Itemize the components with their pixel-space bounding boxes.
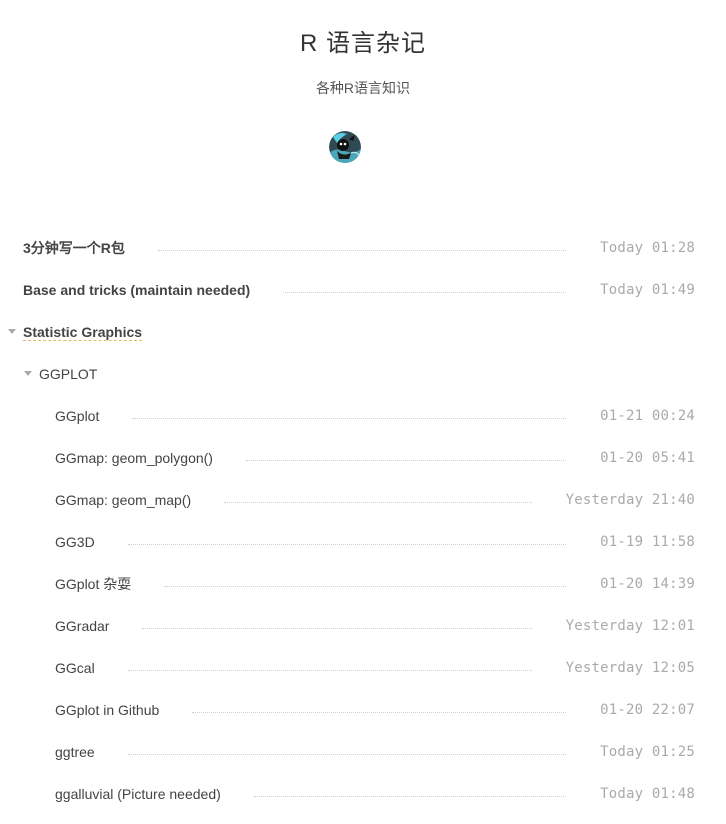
subcategory-ggplot[interactable]: GGPLOT bbox=[0, 353, 726, 395]
dotted-leader bbox=[283, 291, 567, 293]
post-item[interactable]: 3分钟写一个R包 Today 01:28 bbox=[0, 227, 726, 269]
post-item[interactable]: Base and tricks (maintain needed) Today … bbox=[0, 269, 726, 311]
avatar[interactable] bbox=[329, 131, 361, 163]
caret-down-icon[interactable] bbox=[24, 371, 32, 376]
post-title[interactable]: GGcal bbox=[55, 660, 95, 676]
post-item[interactable]: GGplot 01-21 00:24 bbox=[0, 395, 726, 437]
category-statistic-graphics[interactable]: Statistic Graphics bbox=[0, 311, 726, 353]
post-item[interactable]: GGplot 杂耍 01-20 14:39 bbox=[0, 563, 726, 605]
post-title[interactable]: GGradar bbox=[55, 618, 109, 634]
post-date: 01-21 00:24 bbox=[600, 408, 695, 424]
post-date: Yesterday 12:01 bbox=[565, 618, 695, 634]
post-title[interactable]: GGmap: geom_map() bbox=[55, 492, 191, 508]
post-title[interactable]: GGmap: geom_polygon() bbox=[55, 450, 213, 466]
caret-down-icon[interactable] bbox=[8, 329, 16, 334]
dotted-leader bbox=[245, 459, 567, 461]
post-date: 01-19 11:58 bbox=[600, 534, 695, 550]
post-date: 01-20 14:39 bbox=[600, 576, 695, 592]
page: R 语言杂记 各种R语言知识 3分钟写一个R包 Today 01:28 Base… bbox=[0, 0, 726, 824]
post-date: 01-20 05:41 bbox=[600, 450, 695, 466]
post-title[interactable]: 3分钟写一个R包 bbox=[23, 238, 125, 258]
post-item[interactable]: GGmap: geom_polygon() 01-20 05:41 bbox=[0, 437, 726, 479]
post-title[interactable]: GGplot bbox=[55, 408, 99, 424]
post-item[interactable]: GGmap: geom_map() Yesterday 21:40 bbox=[0, 479, 726, 521]
dotted-leader bbox=[253, 795, 567, 797]
post-title[interactable]: GGplot 杂耍 bbox=[55, 574, 131, 594]
avatar-image bbox=[329, 131, 361, 163]
post-date: Today 01:48 bbox=[600, 786, 695, 802]
post-item[interactable]: GGplot in Github 01-20 22:07 bbox=[0, 689, 726, 731]
post-date: Yesterday 12:05 bbox=[565, 660, 695, 676]
post-item[interactable]: ggtree Today 01:25 bbox=[0, 731, 726, 773]
post-title[interactable]: GG3D bbox=[55, 534, 95, 550]
site-subtitle: 各种R语言知识 bbox=[315, 80, 411, 96]
post-date: 01-20 22:07 bbox=[600, 702, 695, 718]
category-title[interactable]: Statistic Graphics bbox=[23, 324, 143, 341]
post-title[interactable]: Base and tricks (maintain needed) bbox=[23, 282, 250, 298]
post-date: Today 01:25 bbox=[600, 744, 695, 760]
dotted-leader bbox=[157, 249, 567, 251]
dotted-leader bbox=[127, 669, 532, 671]
post-date: Yesterday 21:40 bbox=[565, 492, 695, 508]
dotted-leader bbox=[132, 417, 567, 419]
post-tree: 3分钟写一个R包 Today 01:28 Base and tricks (ma… bbox=[0, 227, 726, 815]
dotted-leader bbox=[127, 543, 567, 545]
dotted-leader bbox=[192, 711, 567, 713]
subcategory-title[interactable]: GGPLOT bbox=[39, 366, 97, 382]
dotted-leader bbox=[142, 627, 532, 629]
post-item[interactable]: ggalluvial (Picture needed) Today 01:48 bbox=[0, 773, 726, 815]
post-date: Today 01:28 bbox=[600, 240, 695, 256]
post-title[interactable]: GGplot in Github bbox=[55, 702, 159, 718]
dotted-leader bbox=[127, 753, 567, 755]
site-title[interactable]: R 语言杂记 bbox=[0, 28, 726, 60]
post-item[interactable]: GGcal Yesterday 12:05 bbox=[0, 647, 726, 689]
post-title[interactable]: ggalluvial (Picture needed) bbox=[55, 786, 221, 802]
post-item[interactable]: GG3D 01-19 11:58 bbox=[0, 521, 726, 563]
dotted-leader bbox=[164, 585, 567, 587]
post-item[interactable]: GGradar Yesterday 12:01 bbox=[0, 605, 726, 647]
post-date: Today 01:49 bbox=[600, 282, 695, 298]
dotted-leader bbox=[224, 501, 532, 503]
post-title[interactable]: ggtree bbox=[55, 744, 95, 760]
